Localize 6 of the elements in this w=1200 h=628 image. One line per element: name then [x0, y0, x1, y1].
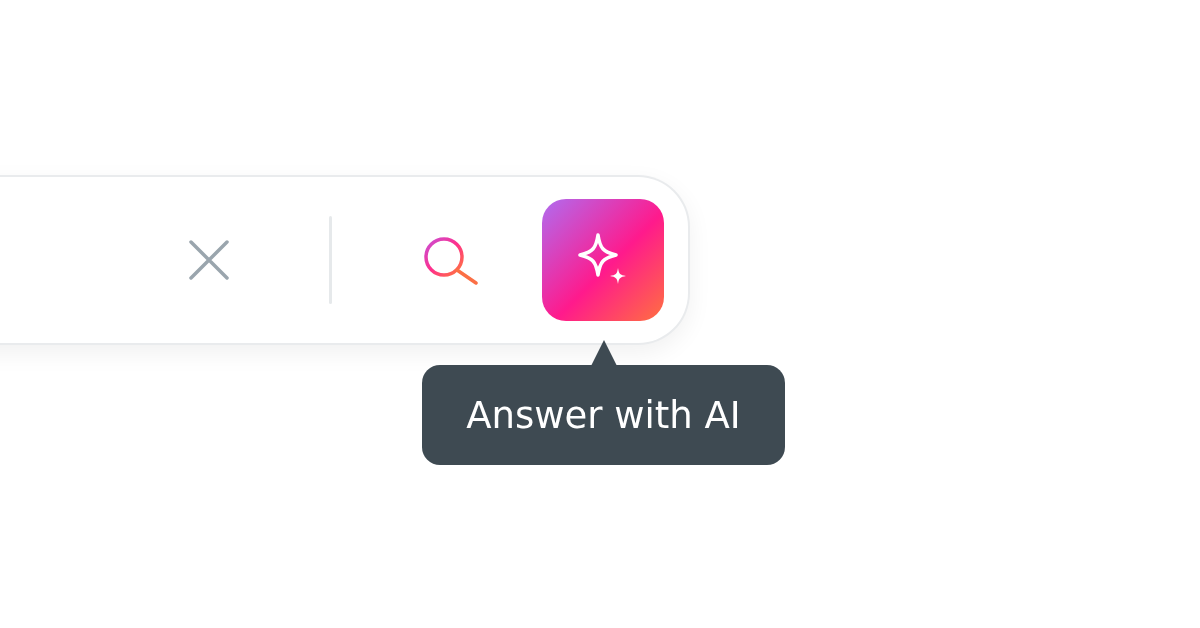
tooltip-text: Answer with AI: [466, 393, 741, 437]
search-icon: [422, 235, 480, 285]
ai-answer-button[interactable]: [542, 199, 664, 321]
clear-button[interactable]: [189, 240, 229, 280]
search-button[interactable]: [422, 235, 480, 285]
close-icon: [189, 240, 229, 280]
